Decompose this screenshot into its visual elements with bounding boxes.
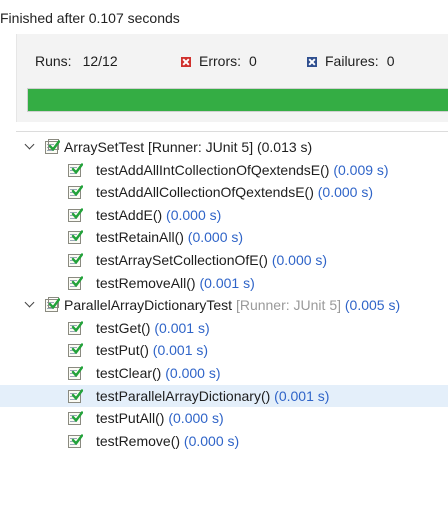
tree-row-test[interactable]: testRetainAll() (0.000 s) <box>0 226 448 248</box>
test-passed-icon <box>67 229 83 245</box>
tree-row-test[interactable]: testGet() (0.001 s) <box>0 317 448 339</box>
test-name: testParallelArrayDictionary() <box>96 387 271 404</box>
test-name: testPut() <box>96 342 149 359</box>
test-label: testParallelArrayDictionary() (0.001 s) <box>96 385 329 407</box>
test-name: testGet() <box>96 319 151 336</box>
divider <box>16 131 448 132</box>
test-name: testPutAll() <box>96 410 165 427</box>
test-time: (0.000 s) <box>267 252 328 268</box>
test-label: testPut() (0.001 s) <box>96 339 208 361</box>
test-time: (0.000 s) <box>183 229 244 246</box>
tree-row-test[interactable]: testPut() (0.001 s) <box>0 339 448 361</box>
test-time: (0.001 s) <box>148 342 209 359</box>
test-label: testAddE() (0.000 s) <box>96 204 221 226</box>
test-name: testAddAllIntCollectionOfQextendsE() <box>96 161 330 178</box>
test-time: (0.001 s) <box>270 387 330 404</box>
test-time: (0.009 s) <box>329 161 389 178</box>
suite-label: ParallelArrayDictionaryTest [Runner: JUn… <box>64 294 400 316</box>
runs-label: Runs: <box>35 53 72 69</box>
failures-value: 0 <box>386 53 395 69</box>
test-time: (0.000 s) <box>161 365 221 381</box>
test-passed-icon <box>67 388 83 404</box>
test-passed-icon <box>67 252 83 268</box>
suite-time: (0.013 s) <box>253 139 313 155</box>
test-passed-icon <box>67 184 83 200</box>
errors-label: Errors: <box>199 53 241 69</box>
test-passed-icon <box>67 410 83 426</box>
suite-time: (0.005 s) <box>341 297 401 314</box>
test-passed-icon <box>67 342 83 358</box>
failures-counter: Failures: 0 <box>307 46 394 76</box>
runs-value: 12/12 <box>82 53 118 69</box>
test-label: testClear() (0.000 s) <box>96 362 221 384</box>
test-time: (0.000 s) <box>313 184 374 201</box>
test-name: testRemove() <box>96 432 181 449</box>
test-summary-panel: Runs: 12/12 Errors: 0 Failures: 0 <box>16 34 448 122</box>
test-label: testAddAllIntCollectionOfQextendsE() (0.… <box>96 159 389 181</box>
tree-row-test[interactable]: testArraySetCollectionOfE() (0.000 s) <box>0 249 448 271</box>
test-passed-icon <box>67 365 83 381</box>
test-label: testAddAllCollectionOfQextendsE() (0.000… <box>96 181 373 203</box>
chevron-down-icon[interactable] <box>24 297 35 308</box>
tree-row-suite[interactable]: ArraySetTest [Runner: JUnit 5] (0.013 s) <box>0 136 448 158</box>
test-name: testRetainAll() <box>96 229 184 246</box>
tree-row-suite[interactable]: ParallelArrayDictionaryTest [Runner: JUn… <box>0 294 448 316</box>
counters-bar: Runs: 12/12 Errors: 0 Failures: 0 <box>17 46 448 76</box>
test-time: (0.000 s) <box>162 206 222 223</box>
test-passed-icon <box>67 207 83 223</box>
chevron-down-icon[interactable] <box>24 139 35 150</box>
test-label: testGet() (0.001 s) <box>96 317 210 339</box>
test-label: testRemove() (0.000 s) <box>96 430 239 452</box>
test-name: testRemoveAll() <box>96 274 196 291</box>
test-passed-icon <box>67 320 83 336</box>
suite-name: ParallelArrayDictionaryTest <box>64 297 233 314</box>
tree-row-test[interactable]: testRemove() (0.000 s) <box>0 430 448 452</box>
errors-counter: Errors: 0 <box>181 46 257 76</box>
tree-row-test[interactable]: testClear() (0.000 s) <box>0 362 448 384</box>
test-name: testAddE() <box>96 206 163 223</box>
test-progress-bar <box>27 88 448 112</box>
tree-row-test[interactable]: testParallelArrayDictionary() (0.001 s) <box>0 384 448 407</box>
runner-label: [Runner: JUnit 5] <box>232 297 341 314</box>
test-label: testRetainAll() (0.000 s) <box>96 226 243 248</box>
test-name: testClear() <box>96 365 162 381</box>
test-time: (0.001 s) <box>195 274 255 291</box>
test-name: testArraySetCollectionOfE() <box>96 252 268 268</box>
failures-label: Failures: <box>325 53 379 69</box>
test-time: (0.000 s) <box>164 410 224 427</box>
test-label: testArraySetCollectionOfE() (0.000 s) <box>96 249 327 271</box>
runs-counter: Runs: 12/12 <box>35 46 118 76</box>
errors-value: 0 <box>249 53 257 69</box>
failure-icon <box>307 57 317 67</box>
test-name: testAddAllCollectionOfQextendsE() <box>96 184 314 201</box>
test-suite-icon <box>44 139 60 155</box>
tree-row-test[interactable]: testPutAll() (0.000 s) <box>0 407 448 429</box>
test-passed-icon <box>67 162 83 178</box>
suite-name: ArraySetTest <box>64 139 145 155</box>
progress-fill <box>28 89 448 111</box>
suite-label: ArraySetTest [Runner: JUnit 5] (0.013 s) <box>64 136 312 158</box>
error-icon <box>181 57 191 67</box>
status-text: Finished after 0.107 seconds <box>0 10 180 26</box>
tree-row-test[interactable]: testAddE() (0.000 s) <box>0 204 448 226</box>
test-passed-icon <box>67 275 83 291</box>
test-time: (0.000 s) <box>180 432 240 449</box>
runner-label: [Runner: JUnit 5] <box>144 139 254 155</box>
test-suite-icon <box>44 297 60 313</box>
tree-row-test[interactable]: testAddAllIntCollectionOfQextendsE() (0.… <box>0 159 448 181</box>
test-label: testPutAll() (0.000 s) <box>96 407 224 429</box>
tree-row-test[interactable]: testAddAllCollectionOfQextendsE() (0.000… <box>0 181 448 203</box>
test-passed-icon <box>67 433 83 449</box>
test-label: testRemoveAll() (0.001 s) <box>96 272 255 294</box>
test-time: (0.001 s) <box>150 319 210 336</box>
tree-row-test[interactable]: testRemoveAll() (0.001 s) <box>0 272 448 294</box>
